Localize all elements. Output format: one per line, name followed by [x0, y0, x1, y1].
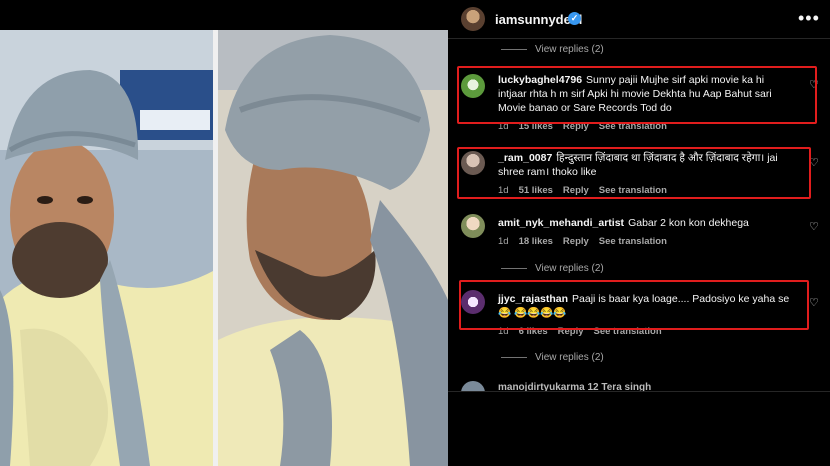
- view-replies-button[interactable]: View replies (2): [501, 44, 604, 55]
- like-heart-icon[interactable]: ♡: [809, 220, 819, 233]
- see-translation-button[interactable]: See translation: [599, 185, 667, 196]
- comment-username[interactable]: luckybaghel4796: [498, 74, 582, 86]
- post-header: iamsunnydeol ✓ •••: [448, 0, 830, 39]
- comment-username[interactable]: amit_nyk_mehandi_artist: [498, 217, 624, 229]
- see-translation-button[interactable]: See translation: [594, 326, 662, 337]
- see-translation-button[interactable]: See translation: [599, 121, 667, 132]
- comment-text: jjyc_rajasthan Paaji is baar kya loage...…: [498, 292, 790, 320]
- avatar[interactable]: [461, 7, 485, 31]
- avatar[interactable]: [461, 214, 485, 238]
- comment-body: Gabar 2 kon kon dekhega: [628, 217, 749, 229]
- view-replies-button[interactable]: View replies (2): [501, 352, 604, 363]
- more-options-icon[interactable]: •••: [798, 8, 820, 29]
- comment-likes[interactable]: 15 likes: [519, 121, 553, 132]
- comment-meta: 1d 15 likes Reply See translation: [498, 121, 677, 132]
- comment-meta: 1d 18 likes Reply See translation: [498, 236, 677, 247]
- comment-meta: 1d 6 likes Reply See translation: [498, 326, 672, 337]
- like-heart-icon[interactable]: ♡: [809, 78, 819, 91]
- reply-button[interactable]: Reply: [558, 326, 584, 337]
- avatar[interactable]: [461, 151, 485, 175]
- reply-button[interactable]: Reply: [563, 121, 589, 132]
- divider-line: [501, 356, 527, 358]
- divider-line: [501, 267, 527, 269]
- comment-username[interactable]: jjyc_rajasthan: [498, 293, 568, 305]
- view-replies-label: View replies (2): [535, 352, 604, 363]
- reply-button[interactable]: Reply: [563, 185, 589, 196]
- view-replies-label: View replies (2): [535, 44, 604, 55]
- comments-panel: iamsunnydeol ✓ ••• View replies (2) luck…: [448, 0, 830, 466]
- post-photo: [0, 0, 448, 466]
- divider-line: [501, 48, 527, 50]
- like-heart-icon[interactable]: ♡: [809, 296, 819, 309]
- view-replies-label: View replies (2): [535, 263, 604, 274]
- comment-time: 1d: [498, 236, 509, 247]
- comment-likes[interactable]: 6 likes: [519, 326, 548, 337]
- comment-text: luckybaghel4796 Sunny pajii Mujhe sirf ap…: [498, 73, 794, 115]
- comment-likes[interactable]: 18 likes: [519, 236, 553, 247]
- like-heart-icon[interactable]: ♡: [809, 156, 819, 169]
- post-image-illustration: [0, 0, 448, 466]
- avatar[interactable]: [461, 290, 485, 314]
- comment-text: _ram_0087 हिन्दुस्तान ज़िंदाबाद था ज़िंदा…: [498, 151, 794, 179]
- avatar[interactable]: [461, 74, 485, 98]
- divider: [448, 391, 830, 392]
- reply-button[interactable]: Reply: [563, 236, 589, 247]
- comment-time: 1d: [498, 185, 509, 196]
- verified-badge-icon: ✓: [568, 12, 581, 25]
- comment-username[interactable]: _ram_0087: [498, 152, 552, 164]
- see-translation-button[interactable]: See translation: [599, 236, 667, 247]
- comment-text: amit_nyk_mehandi_artist Gabar 2 kon kon d…: [498, 216, 794, 230]
- comment-likes[interactable]: 51 likes: [519, 185, 553, 196]
- comment-meta: 1d 51 likes Reply See translation: [498, 185, 677, 196]
- comment-time: 1d: [498, 326, 509, 337]
- comment-time: 1d: [498, 121, 509, 132]
- view-replies-button[interactable]: View replies (2): [501, 263, 604, 274]
